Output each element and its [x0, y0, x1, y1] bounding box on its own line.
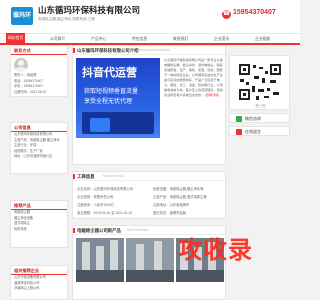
business-card-header: 工商信息 Business Info [73, 172, 225, 181]
product-shape [76, 270, 124, 282]
site-header: 循玛环保 山东循玛环保科技有限公司 电磁除尘器,烟尘净化,除雾系统,工程 ☎ 1… [0, 0, 300, 37]
intro-text: 山东循玛环保科技有限公司是一家专业从事电磁除尘器、烟尘净化、湿式电除尘、除雾系统… [164, 58, 225, 98]
message-icon [236, 129, 242, 135]
related-company-link[interactable]: 济南除尘工程公司 [11, 286, 67, 292]
product-link[interactable]: 除雾系统 [11, 227, 67, 233]
main-nav: 网站首页 公司简介 产品中心 供应信息 联系我们 企业资讯 企业相册 [0, 33, 300, 45]
nav-item-home[interactable]: 网站首页 [6, 33, 26, 44]
contact-panel: 联系方式 联系人：胡经理 电话：15954370407 手机：159543704… [10, 45, 68, 97]
product-shape [126, 270, 174, 282]
wechat-consult-label: 微信咨询 [245, 116, 261, 121]
nav-item-news[interactable]: 企业资讯 [212, 35, 231, 44]
wechat-icon [236, 116, 242, 122]
promo-illustration [82, 112, 154, 134]
qr-label: 扫一扫 [255, 104, 266, 108]
intro-card-header: 山东循玛环保科技有限公司介绍 Company Introduction [73, 46, 225, 55]
message-button[interactable]: 在线留言 [229, 126, 290, 136]
product-shape [110, 240, 118, 272]
business-info-row: 企业名称：山东循玛环保科技有限公司 [77, 187, 134, 191]
product-shape [136, 244, 144, 272]
business-info-row: 经营范围：电磁除尘器,烟尘净化等 [153, 187, 204, 191]
avatar [14, 58, 28, 72]
business-card-title: 工商信息 [77, 174, 95, 179]
business-info-row: 登记机关：淄博市监局 [153, 211, 186, 215]
product-shape [82, 242, 90, 272]
business-info-card: 工商信息 Business Info 企业名称：山东循玛环保科技有限公司 企业类… [72, 171, 226, 219]
products-card-title: 电磁除尘器公司新产品 [77, 228, 121, 233]
contact-row: 注册时间：2021-06-10 [14, 89, 47, 94]
product-shape [154, 241, 162, 272]
product-image[interactable] [76, 238, 124, 282]
title-bar [73, 48, 75, 53]
company-info-row: 地址：山东省淄博市淄川区 [14, 154, 53, 158]
company-logo[interactable]: 循玛环保 [11, 7, 33, 37]
intro-body: 山东循玛环保科技有限公司是一家专业从事电磁除尘器、烟尘净化、湿式电除尘、除雾系统… [164, 58, 223, 97]
business-info-row: 注册地址：山东省淄博市 [153, 203, 190, 207]
title-bar [73, 228, 75, 233]
company-title: 山东循玛环保科技有限公司 [38, 5, 141, 15]
related-companies-panel: 相关推荐企业 山东环保设备有限公司 淄博净化科技公司 济南除尘工程公司 [10, 265, 68, 300]
nav-item-supply[interactable]: 供应信息 [130, 35, 149, 44]
business-info-row: 主营产品：电磁除尘器,湿式电除尘等 [153, 195, 207, 199]
intro-more-link[interactable]: [查看详情] [205, 93, 219, 97]
product-image[interactable] [126, 238, 174, 282]
products-card-en: New Products [127, 228, 149, 232]
company-info-title: 公司信息 [11, 123, 67, 132]
watermark: 攻收录 [178, 237, 253, 264]
promo-line1: 获取短视频垂直流量 [84, 89, 139, 95]
company-info-panel: 公司信息 山东循玛环保科技有限公司 主营产品：电磁除尘器,烟尘净化 主营行业：环… [10, 122, 68, 174]
phone-icon: ☎ [222, 10, 231, 19]
products-nav-title: 推荐产品 [11, 201, 67, 210]
products-nav-panel: 推荐产品 电磁除尘器 烟尘净化设备 湿式电除尘 除雾系统 [10, 200, 68, 248]
business-info-row: 营业期限：2019-01-30 至 2021-01-30 [77, 211, 133, 215]
qr-code-icon[interactable] [237, 62, 283, 102]
nav-item-contact[interactable]: 联系我们 [171, 35, 190, 44]
intro-card: 山东循玛环保科技有限公司介绍 Company Introduction 抖音代运… [72, 45, 226, 165]
business-info-row: 注册资本：人民币1000万 [77, 203, 115, 207]
business-info-row: 企业类型：有限责任公司 [77, 195, 114, 199]
promo-banner[interactable]: 抖音代运营 获取短视频垂直流量 享受全程无忧代理 [76, 58, 160, 138]
promo-line2: 享受全程无忧代理 [84, 99, 133, 105]
promo-title: 抖音代运营 [82, 67, 137, 79]
qr-panel: 扫一扫 [229, 55, 290, 110]
message-label: 在线留言 [245, 129, 261, 134]
phone-number: 15954370407 [233, 9, 276, 16]
intro-card-title: 山东循玛环保科技有限公司介绍 [77, 48, 139, 53]
product-shape [176, 270, 224, 282]
nav-item-album[interactable]: 企业相册 [253, 35, 272, 44]
company-subtitle: 电磁除尘器,烟尘净化,除雾系统,工程 [38, 17, 95, 21]
wechat-consult-button[interactable]: 微信咨询 [229, 113, 290, 123]
related-companies-title: 相关推荐企业 [11, 266, 67, 275]
contact-title: 联系方式 [11, 46, 67, 55]
product-shape [96, 246, 104, 272]
intro-card-en: Company Introduction [137, 48, 171, 52]
nav-item-about[interactable]: 公司简介 [48, 35, 67, 44]
business-card-en: Business Info [103, 174, 124, 178]
nav-item-products[interactable]: 产品中心 [89, 35, 108, 44]
title-bar [73, 174, 75, 179]
